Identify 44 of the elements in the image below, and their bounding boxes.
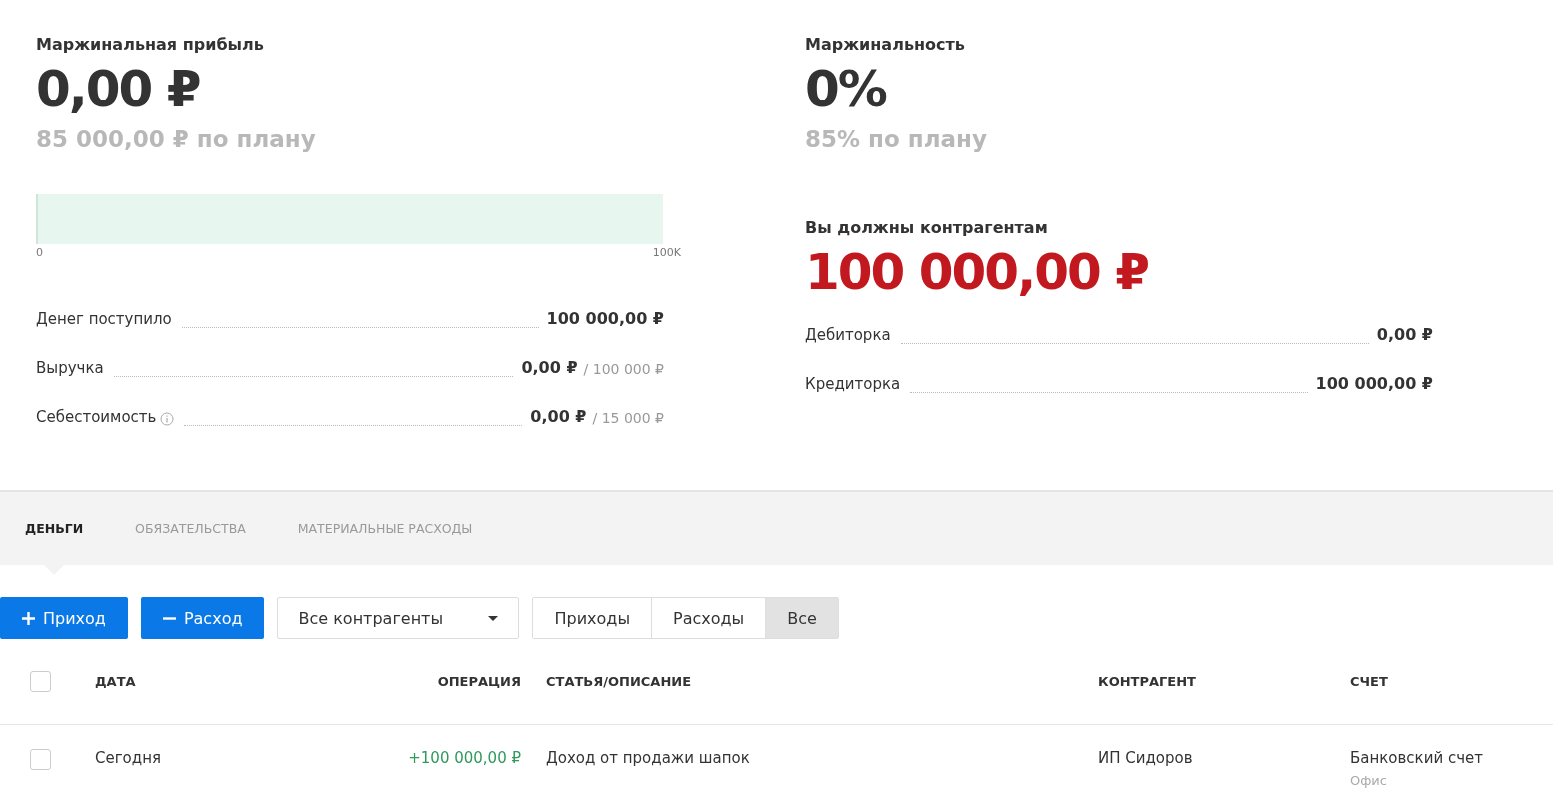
- line-label: Себестоимость: [36, 408, 157, 426]
- date-cell-text: Сегодня: [95, 749, 162, 767]
- line-label: Денег поступило: [36, 310, 172, 328]
- line-value: 0,00 ₽: [521, 358, 578, 377]
- line-plan: / 15 000 ₽: [592, 410, 664, 426]
- checkbox[interactable]: [30, 671, 51, 692]
- line-plan: / 100 000 ₽: [583, 361, 664, 377]
- account-cell-text: Банковский счет: [1350, 749, 1484, 767]
- filter-button[interactable]: Все: [765, 598, 838, 638]
- column-header: КОНТРАГЕНТ: [1098, 674, 1197, 689]
- marginality-value: 0%: [805, 60, 888, 118]
- section-title: Вы должны контрагентам: [805, 218, 1049, 237]
- plus-icon: [22, 611, 35, 625]
- column-header: ДАТА: [95, 674, 137, 689]
- counterparty-cell-text: ИП Сидоров: [1098, 749, 1194, 767]
- plan-text: 85 000,00 ₽ по плану: [36, 126, 317, 152]
- column-header: СЧЕТ: [1350, 674, 1389, 689]
- expense-button[interactable]: Расход: [140, 597, 265, 639]
- counterparty-select[interactable]: Все контрагенты: [277, 597, 520, 639]
- checkbox[interactable]: [30, 749, 51, 770]
- line-value: 100 000,00 ₽: [546, 309, 664, 328]
- tab[interactable]: ДЕНЬГИ: [25, 492, 84, 565]
- profit-value: 0,00 ₽: [36, 60, 201, 118]
- column-header: СТАТЬЯ/ОПИСАНИЕ: [545, 674, 693, 689]
- description-cell: Доход от продажи шапок: [546, 749, 750, 767]
- line-value: 0,00 ₽: [1376, 325, 1433, 344]
- axis-label: 0: [36, 246, 43, 259]
- line-label: Выручка: [36, 359, 104, 377]
- column-header: ОПЕРАЦИЯ: [437, 674, 521, 689]
- axis-label: 100K: [652, 246, 681, 259]
- minus-icon: [162, 616, 176, 620]
- amount-cell: +100 000,00 ₽: [408, 749, 521, 767]
- income-button[interactable]: Приход: [0, 597, 128, 639]
- section-title: Маржинальная прибыль: [36, 35, 265, 54]
- line-label: Кредиторка: [805, 375, 901, 393]
- plan-text: 85% по плану: [805, 126, 988, 152]
- account-subtext: Офис: [1350, 773, 1388, 788]
- debt-value: 100 000,00 ₽: [805, 243, 1149, 301]
- line-label: Дебиторка: [805, 326, 891, 344]
- section-title: Маржинальность: [805, 35, 966, 54]
- line-value: 100 000,00 ₽: [1315, 374, 1433, 393]
- info-icon: [160, 412, 175, 426]
- caret-icon: [488, 615, 499, 621]
- line-value: 0,00 ₽: [530, 407, 587, 426]
